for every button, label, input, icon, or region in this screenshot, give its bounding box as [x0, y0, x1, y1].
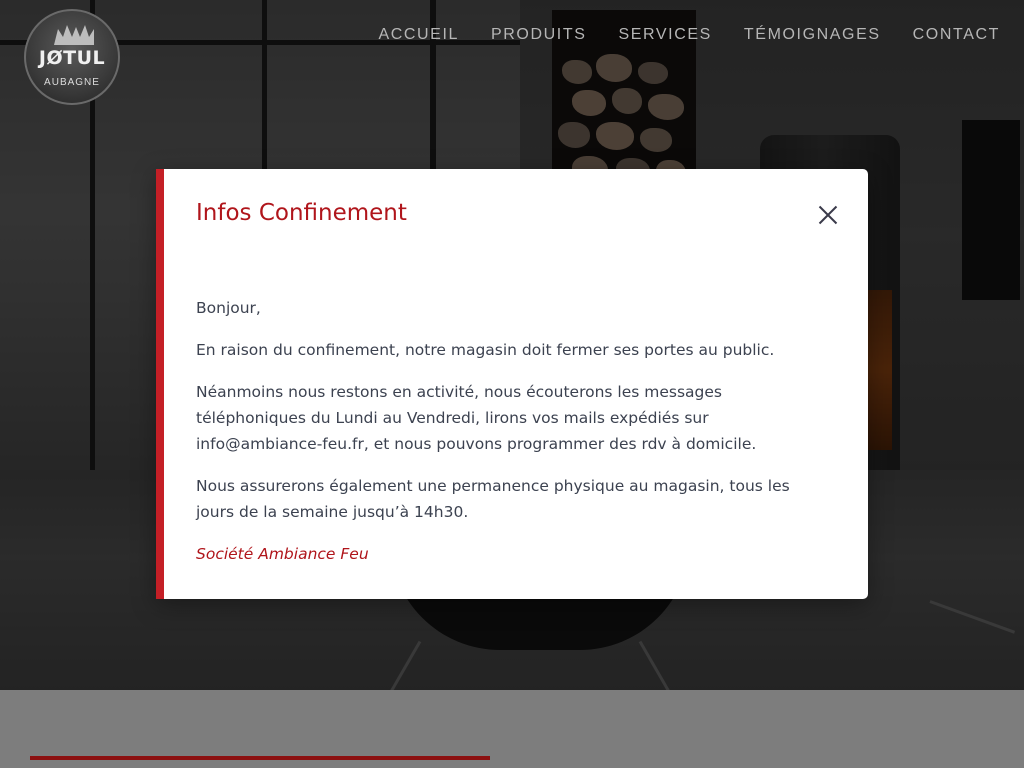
- nav-item-services[interactable]: SERVICES: [618, 26, 711, 44]
- modal-paragraph: Bonjour,: [196, 299, 261, 317]
- modal-signature: Société Ambiance Feu: [196, 545, 369, 563]
- nav-item-produits[interactable]: PRODUITS: [491, 26, 586, 44]
- modal-title: Infos Confinement: [196, 200, 407, 226]
- logo-brand-text: JØTUL: [38, 47, 106, 69]
- section-divider: [30, 756, 490, 760]
- confinement-modal: Infos Confinement Bonjour, En raison du …: [156, 169, 868, 599]
- flame-logo-icon: [54, 25, 94, 45]
- logo-city-text: AUBAGNE: [44, 77, 100, 88]
- jotul-logo[interactable]: JØTUL AUBAGNE: [24, 9, 120, 105]
- close-icon[interactable]: [818, 205, 838, 225]
- nav-item-temoignages[interactable]: TÉMOIGNAGES: [744, 26, 881, 44]
- main-nav: ACCUEIL PRODUITS SERVICES TÉMOIGNAGES CO…: [378, 26, 1000, 44]
- nav-item-contact[interactable]: CONTACT: [913, 26, 1000, 44]
- nav-item-accueil[interactable]: ACCUEIL: [378, 26, 459, 44]
- modal-body: Bonjour, En raison du confinement, notre…: [196, 295, 830, 583]
- modal-paragraph: En raison du confinement, notre magasin …: [196, 341, 775, 359]
- modal-paragraph: Néanmoins nous restons en activité, nous…: [196, 383, 757, 453]
- modal-paragraph: Nous assurerons également une permanence…: [196, 477, 790, 521]
- page: JØTUL AUBAGNE ACCUEIL PRODUITS SERVICES …: [0, 0, 1024, 768]
